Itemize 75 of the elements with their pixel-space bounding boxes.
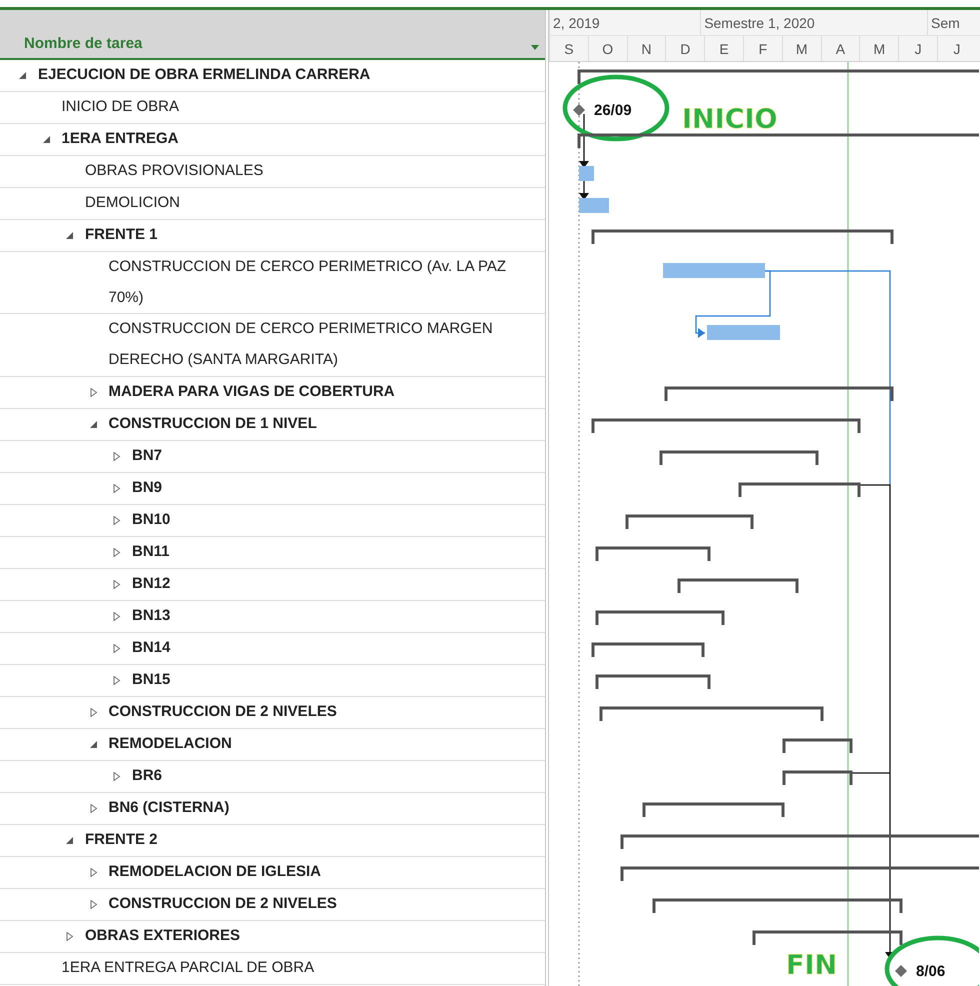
triangle-icon[interactable] <box>18 71 27 80</box>
task-name: CONSTRUCCION DE CERCO PERIMETRICO (Av. LA PAZ 70%) <box>108 257 508 308</box>
triangle-icon[interactable] <box>112 548 121 557</box>
annotation-label: INICIO <box>682 104 778 135</box>
milestone-icon <box>573 104 585 116</box>
triangle-icon[interactable] <box>112 516 121 525</box>
month-label: F <box>742 36 782 61</box>
task-name: 1ERA ENTREGA <box>62 129 178 149</box>
task-bar <box>579 198 609 213</box>
task-name: BN14 <box>132 638 170 658</box>
annotation-label: FIN <box>786 950 838 981</box>
milestone-date: 8/06 <box>916 963 946 980</box>
task-name: MADERA PARA VIGAS DE COBERTURA <box>108 382 395 402</box>
task-name: BN7 <box>132 446 162 466</box>
task-name: BN15 <box>132 670 170 690</box>
task-name: CONSTRUCCION DE CERCO PERIMETRICO MARGEN DERECHO (SANTA MARGARITA) <box>108 319 494 370</box>
month-label: J <box>898 36 937 61</box>
triangle-icon[interactable] <box>112 484 121 493</box>
task-name: BN6 (CISTERNA) <box>108 798 230 818</box>
triangle-icon[interactable] <box>88 900 98 909</box>
task-name: BN9 <box>132 478 162 498</box>
triangle-icon[interactable] <box>42 135 50 144</box>
task-name: FRENTE 1 <box>85 225 158 245</box>
timescale-label: Sem <box>926 10 980 35</box>
summary-bar <box>782 738 852 753</box>
link-line <box>851 772 890 774</box>
task-name: CONSTRUCCION DE 2 NIVELES <box>108 894 337 914</box>
task-name: BN10 <box>132 510 170 530</box>
summary-bar <box>782 770 852 785</box>
triangle-icon[interactable] <box>88 420 98 429</box>
triangle-icon[interactable] <box>112 612 121 621</box>
month-label: N <box>626 36 666 61</box>
month-label: S <box>549 36 588 61</box>
task-name: CONSTRUCCION DE 1 NIVEL <box>108 414 317 434</box>
task-name: BR6 <box>132 766 162 786</box>
triangle-icon[interactable] <box>65 231 74 240</box>
triangle-icon[interactable] <box>112 676 121 685</box>
triangle-icon[interactable] <box>88 868 98 877</box>
triangle-icon[interactable] <box>88 708 98 717</box>
task-name: DEMOLICION <box>85 193 180 213</box>
triangle-icon[interactable] <box>88 804 98 813</box>
task-name: OBRAS EXTERIORES <box>85 926 240 946</box>
task-name: BN13 <box>132 606 170 626</box>
task-name: EJECUCION DE OBRA ERMELINDA CARRERA <box>38 65 370 85</box>
triangle-icon[interactable] <box>112 580 121 589</box>
column-header: Nombre de tarea <box>24 35 142 52</box>
timescale-label: Semestre 1, 2020 <box>700 10 927 35</box>
triangle-icon[interactable] <box>88 388 98 397</box>
milestone-date: 26/09 <box>594 102 632 119</box>
task-name: BN11 <box>132 542 170 562</box>
triangle-icon[interactable] <box>65 836 74 845</box>
task-name: REMODELACION <box>108 734 232 754</box>
task-name: 1ERA ENTREGA PARCIAL DE OBRA <box>62 958 314 978</box>
triangle-icon[interactable] <box>112 644 121 653</box>
month-label: J <box>936 36 976 61</box>
triangle-icon[interactable] <box>88 740 98 749</box>
task-name: CONSTRUCCION DE 2 NIVELES <box>108 702 337 722</box>
timescale-label: 2, 2019 <box>549 10 700 35</box>
task-name: REMODELACION DE IGLESIA <box>108 862 322 882</box>
month-label: E <box>704 36 743 61</box>
month-label: D <box>665 36 704 61</box>
caret-icon[interactable] <box>531 45 539 50</box>
triangle-icon[interactable] <box>65 932 74 941</box>
month-label: O <box>588 36 627 61</box>
month-label: M <box>859 36 898 61</box>
task-name: BN12 <box>132 574 170 594</box>
triangle-icon[interactable] <box>112 772 121 781</box>
task-bar <box>579 166 594 181</box>
task-name: FRENTE 2 <box>85 830 158 850</box>
month-label: M <box>782 36 821 61</box>
triangle-icon[interactable] <box>112 452 121 461</box>
milestone-icon <box>895 965 907 977</box>
task-name: INICIO DE OBRA <box>62 97 180 117</box>
task-name: OBRAS PROVISIONALES <box>85 161 264 181</box>
month-label: A <box>820 36 860 61</box>
